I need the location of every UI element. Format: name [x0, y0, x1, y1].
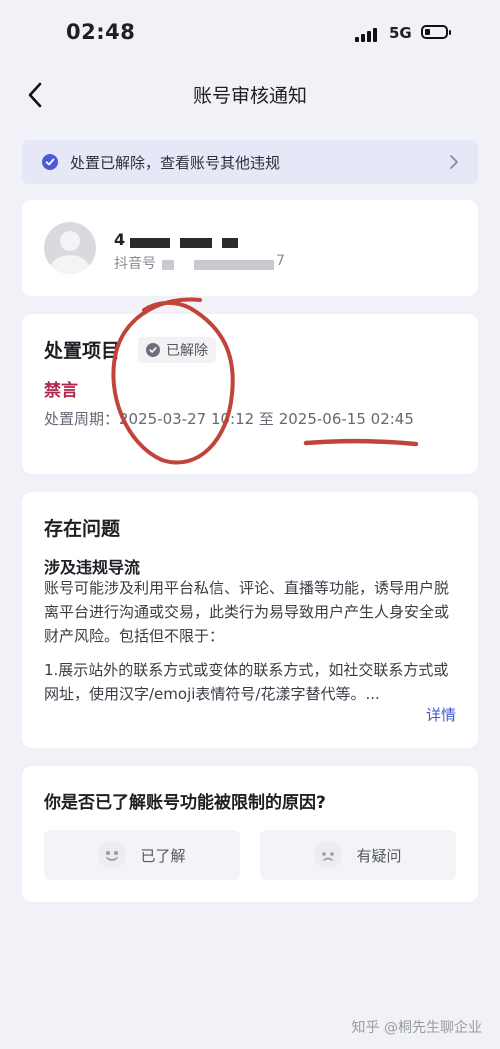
- user-id-label: 抖音号: [114, 256, 156, 272]
- avatar-placeholder-icon: [44, 222, 96, 274]
- red-underline-annotation: [303, 438, 419, 447]
- understood-button[interactable]: 已了解: [44, 830, 240, 880]
- feedback-question: 你是否已了解账号功能被限制的原因?: [44, 793, 326, 813]
- masked-id-part: [194, 260, 274, 270]
- user-id-suffix: 7: [276, 253, 285, 269]
- status-bar: 02:48 5G: [0, 0, 500, 70]
- problem-card: 存在问题 涉及违规导流 账号可能涉及利用平台私信、评论、直播等功能，诱导用户脱离…: [22, 492, 478, 748]
- notice-text: 处置已解除，查看账号其他违规: [70, 154, 281, 172]
- have-doubt-button[interactable]: 有疑问: [260, 830, 456, 880]
- masked-name: [130, 238, 170, 248]
- nav-bar: 账号审核通知: [0, 70, 500, 120]
- understood-label: 已了解: [140, 846, 186, 865]
- page-title: 账号审核通知: [192, 85, 307, 107]
- have-doubt-label: 有疑问: [356, 846, 402, 865]
- signal-icon: [355, 28, 381, 42]
- battery-icon: [421, 25, 451, 39]
- check-circle-icon: [42, 154, 58, 170]
- problem-example: 1.展示站外的联系方式或变体的联系方式，如社交联系方式或网址，使用汉字/emoj…: [44, 661, 449, 703]
- user-card[interactable]: 4 抖音号 7: [22, 200, 478, 296]
- masked-id: [162, 260, 174, 270]
- network-type: 5G: [389, 24, 412, 42]
- details-link[interactable]: 详情: [426, 704, 456, 725]
- smile-icon: [98, 841, 127, 869]
- watermark: 知乎 @桐先生聊企业: [351, 1020, 482, 1036]
- status-time: 02:48: [66, 20, 136, 44]
- red-circle-annotation: [111, 297, 235, 465]
- problem-title: 存在问题: [44, 518, 121, 540]
- confused-icon: [314, 841, 343, 869]
- penalty-type: 禁言: [44, 381, 78, 401]
- masked-name-part: [180, 238, 212, 248]
- problem-subtitle: 涉及违规导流: [44, 558, 141, 577]
- user-name: 4: [114, 230, 126, 249]
- feedback-card: 你是否已了解账号功能被限制的原因? 已了解 有疑问: [22, 766, 478, 902]
- notice-banner[interactable]: 处置已解除，查看账号其他违规: [22, 140, 478, 184]
- disposal-card: 处置项目 已解除 禁言 处置周期：2025-03-27 10:12 至 2025…: [22, 314, 478, 474]
- problem-description: 账号可能涉及利用平台私信、评论、直播等功能，诱导用户脱离平台进行沟通或交易，此类…: [44, 579, 450, 645]
- chevron-right-icon: [448, 153, 460, 175]
- masked-name-part: [222, 238, 238, 248]
